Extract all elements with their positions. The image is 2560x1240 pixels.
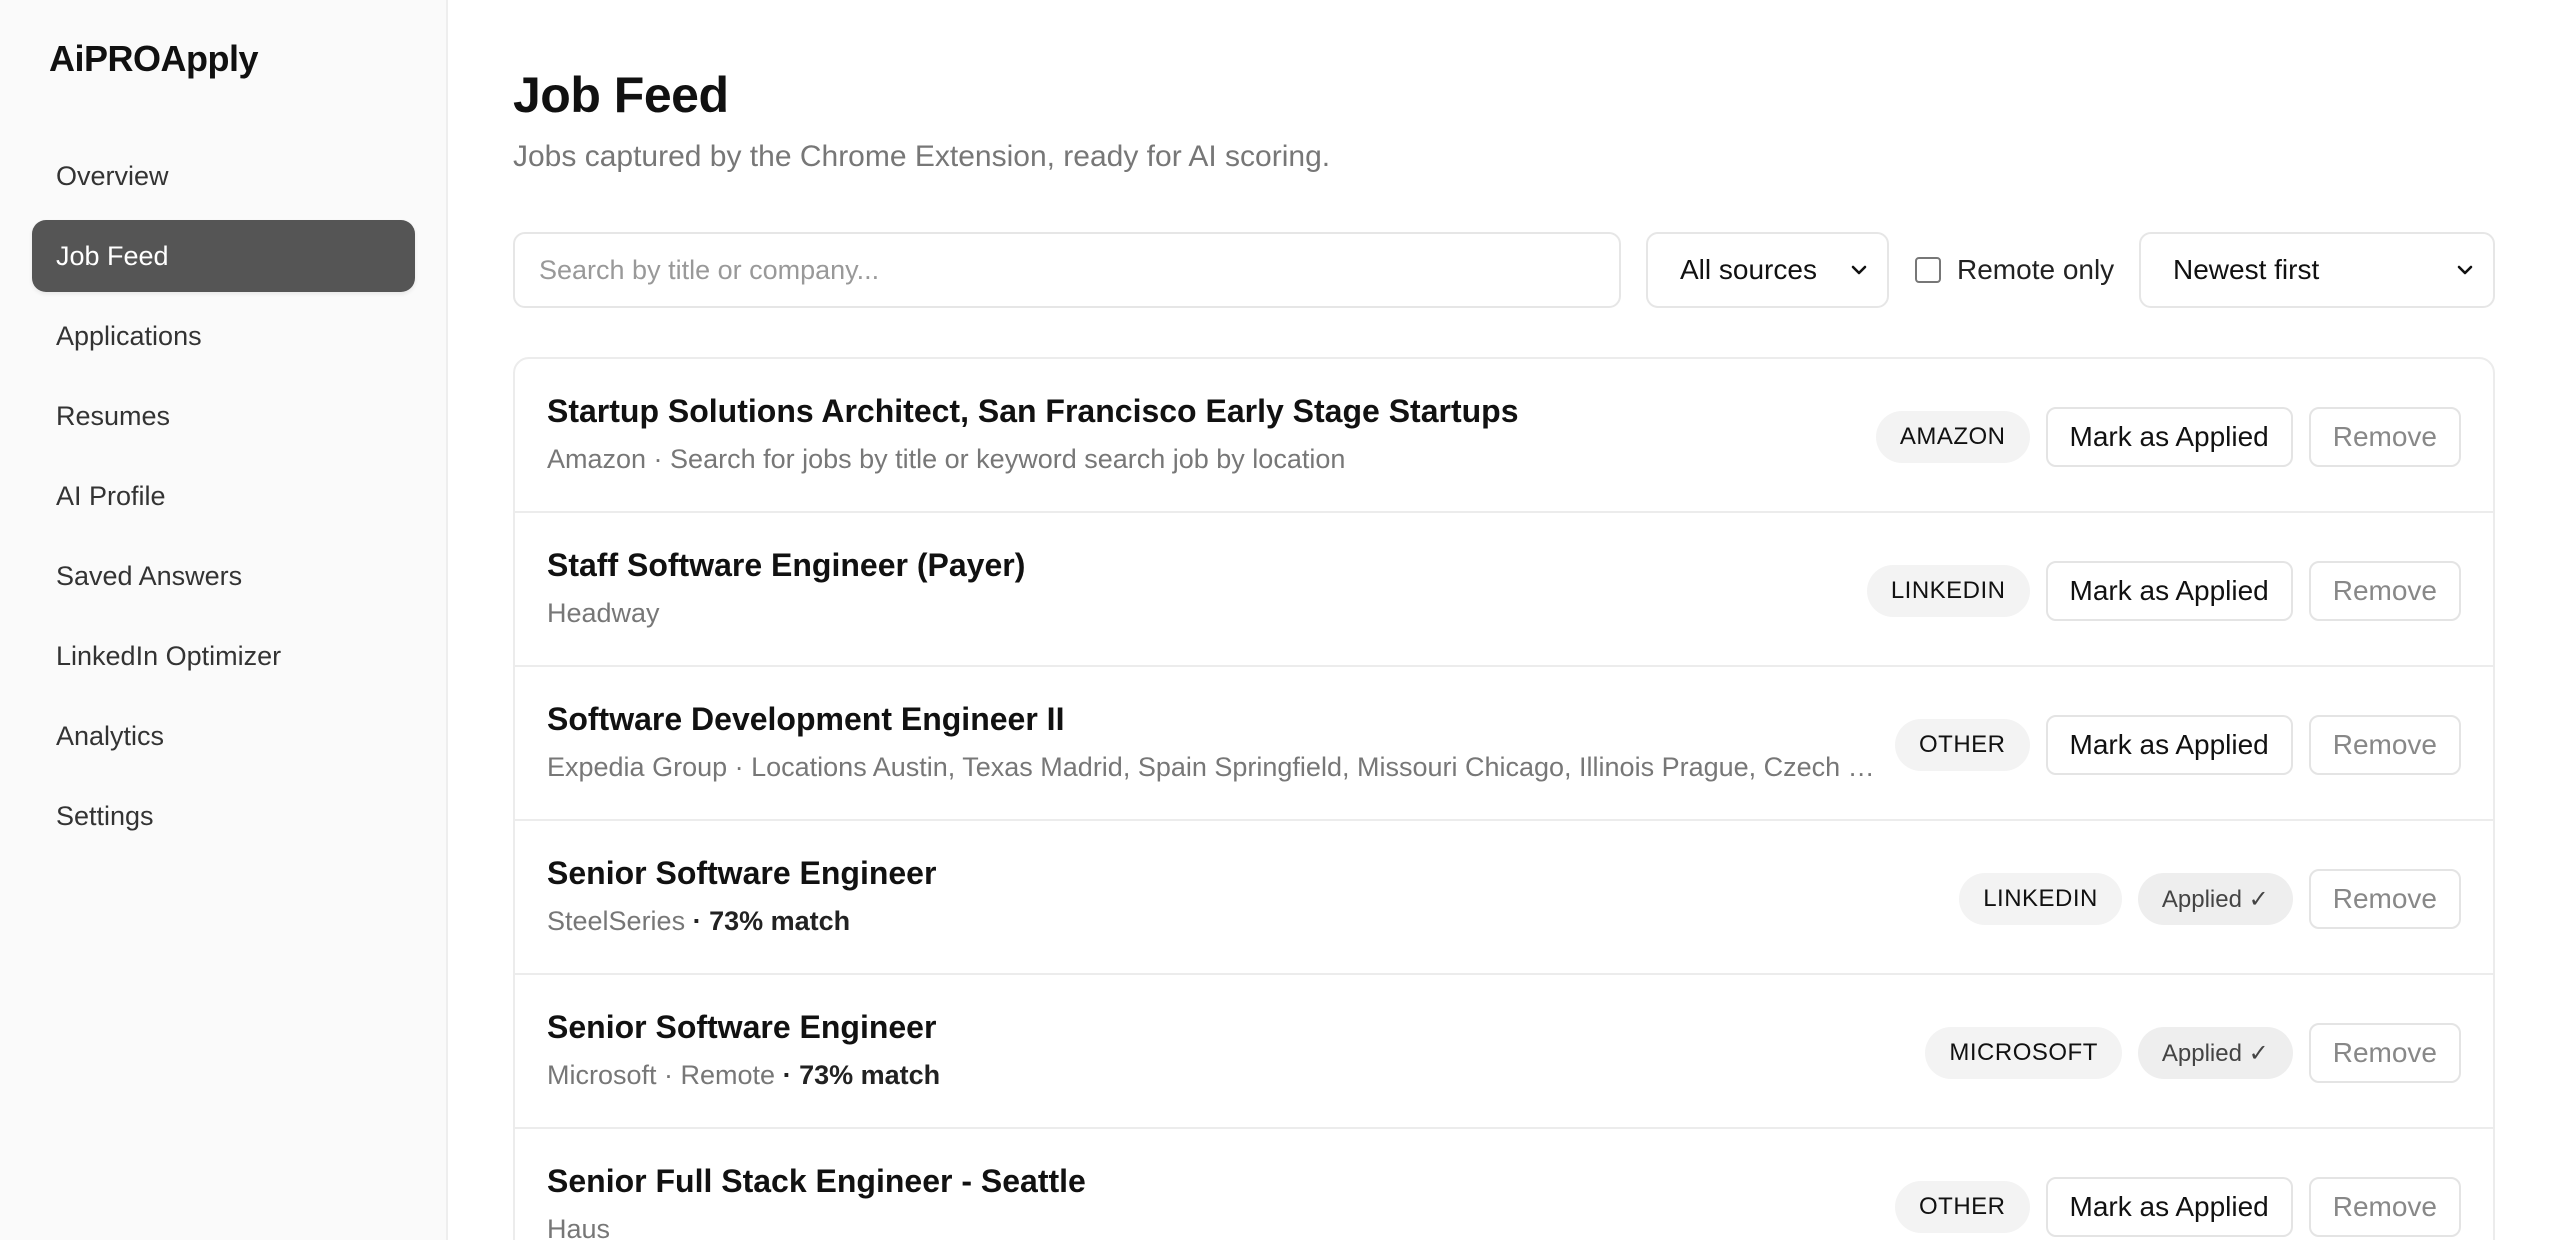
job-title[interactable]: Startup Solutions Architect, San Francis…	[547, 393, 1907, 430]
job-row[interactable]: Senior Software Engineer Microsoft · Remo…	[515, 975, 2493, 1129]
job-meta: Amazon · Search for jobs by title or key…	[547, 444, 1887, 475]
job-title[interactable]: Senior Full Stack Engineer - Seattle	[547, 1163, 1907, 1200]
sidebar-item-label: LinkedIn Optimizer	[56, 640, 282, 671]
mark-as-applied-button[interactable]: Mark as Applied	[2045, 407, 2293, 467]
sort-select[interactable]: Newest first	[2139, 232, 2495, 308]
job-company-location: Amazon · Search for jobs by title or key…	[547, 444, 1346, 474]
source-badge: LINKEDIN	[1959, 873, 2122, 925]
job-meta: Headway	[547, 598, 1887, 629]
remove-button[interactable]: Remove	[2308, 1023, 2461, 1083]
search-input[interactable]	[513, 232, 1621, 308]
job-info: Startup Solutions Architect, San Francis…	[547, 393, 1907, 475]
job-title[interactable]: Software Development Engineer II	[547, 701, 1907, 738]
job-row[interactable]: Staff Software Engineer (Payer) Headway LI…	[515, 513, 2493, 667]
job-row[interactable]: Senior Full Stack Engineer - Seattle Haus…	[515, 1129, 2493, 1240]
app-logo[interactable]: AiPROApply	[49, 38, 259, 80]
mark-as-applied-button[interactable]: Mark as Applied	[2045, 715, 2293, 775]
sidebar-item-label: Resumes	[56, 400, 171, 431]
job-meta: Microsoft · Remote · 73% match	[547, 1060, 1887, 1091]
sidebar-item-ai-profile[interactable]: AI Profile	[32, 460, 415, 532]
job-row[interactable]: Startup Solutions Architect, San Francis…	[515, 359, 2493, 513]
source-badge: OTHER	[1895, 1181, 2030, 1233]
job-meta: Expedia Group · Locations Austin, Texas …	[547, 752, 1887, 783]
sidebar-item-applications[interactable]: Applications	[32, 300, 415, 372]
remote-only-checkbox[interactable]	[1915, 257, 1941, 283]
source-badge: MICROSOFT	[1925, 1027, 2122, 1079]
remove-button[interactable]: Remove	[2308, 1177, 2461, 1237]
job-list: Startup Solutions Architect, San Francis…	[513, 357, 2495, 1240]
mark-as-applied-button[interactable]: Mark as Applied	[2045, 1177, 2293, 1237]
job-title[interactable]: Senior Software Engineer	[547, 1009, 1907, 1046]
sidebar-item-analytics[interactable]: Analytics	[32, 700, 415, 772]
job-actions: AMAZON Mark as Applied Remove	[1875, 407, 2461, 467]
source-select[interactable]: All sources	[1646, 232, 1889, 308]
job-actions: LINKEDIN Applied ✓ Remove	[1959, 869, 2461, 929]
remove-button[interactable]: Remove	[2308, 715, 2461, 775]
job-info: Senior Software Engineer Microsoft · Remo…	[547, 1009, 1907, 1091]
job-match-score: · 73% match	[692, 906, 851, 936]
chevron-down-icon	[2457, 265, 2473, 275]
remove-button[interactable]: Remove	[2308, 561, 2461, 621]
sidebar-item-label: AI Profile	[56, 480, 166, 511]
job-meta: Haus	[547, 1214, 1887, 1240]
job-info: Senior Full Stack Engineer - Seattle Haus	[547, 1163, 1907, 1240]
remote-only-label: Remote only	[1957, 254, 2115, 285]
job-meta: SteelSeries · 73% match	[547, 906, 1887, 937]
sidebar-item-overview[interactable]: Overview	[32, 140, 415, 212]
remove-button[interactable]: Remove	[2308, 407, 2461, 467]
job-actions: MICROSOFT Applied ✓ Remove	[1925, 1023, 2461, 1083]
job-company-location: SteelSeries	[547, 906, 686, 936]
sidebar-item-settings[interactable]: Settings	[32, 780, 415, 852]
sidebar-item-resumes[interactable]: Resumes	[32, 380, 415, 452]
job-actions: OTHER Mark as Applied Remove	[1895, 715, 2461, 775]
sidebar-item-label: Saved Answers	[56, 560, 243, 591]
job-company-location: Microsoft · Remote	[547, 1060, 776, 1090]
sidebar-nav: Overview Job Feed Applications Resumes AI Pr…	[32, 140, 415, 860]
source-select-value: All sources	[1680, 254, 1817, 285]
sidebar-item-label: Settings	[56, 800, 154, 831]
source-badge: OTHER	[1895, 719, 2030, 771]
sidebar-item-label: Job Feed	[56, 240, 169, 271]
page-title: Job Feed	[513, 67, 729, 123]
job-actions: LINKEDIN Mark as Applied Remove	[1866, 561, 2461, 621]
job-info: Software Development Engineer II Expedia …	[547, 701, 1907, 783]
sidebar-item-linkedin-optimizer[interactable]: LinkedIn Optimizer	[32, 620, 415, 692]
mark-as-applied-button[interactable]: Mark as Applied	[2045, 561, 2293, 621]
page-subtitle: Jobs captured by the Chrome Extension, r…	[513, 140, 1331, 173]
chevron-down-icon	[1851, 265, 1867, 275]
job-match-score: · 73% match	[782, 1060, 941, 1090]
applied-status-badge: Applied ✓	[2137, 873, 2293, 925]
job-info: Senior Software Engineer SteelSeries · 73…	[547, 855, 1907, 937]
sidebar: AiPROApply Overview Job Feed Applications R…	[0, 0, 448, 1240]
job-company-location: Expedia Group · Locations Austin, Texas …	[547, 752, 1887, 782]
job-company-location: Haus	[547, 1214, 611, 1240]
job-actions: OTHER Mark as Applied Remove	[1895, 1177, 2461, 1237]
sidebar-item-label: Analytics	[56, 720, 165, 751]
job-row[interactable]: Software Development Engineer II Expedia …	[515, 667, 2493, 821]
applied-status-badge: Applied ✓	[2137, 1027, 2293, 1079]
job-info: Staff Software Engineer (Payer) Headway	[547, 547, 1907, 629]
job-title[interactable]: Senior Software Engineer	[547, 855, 1907, 892]
sort-select-value: Newest first	[2173, 254, 2320, 285]
source-badge: AMAZON	[1875, 411, 2030, 463]
sidebar-item-job-feed[interactable]: Job Feed	[32, 220, 415, 292]
job-row[interactable]: Senior Software Engineer SteelSeries · 73…	[515, 821, 2493, 975]
sidebar-item-saved-answers[interactable]: Saved Answers	[32, 540, 415, 612]
remove-button[interactable]: Remove	[2308, 869, 2461, 929]
filter-bar: All sources Remote only Newest first	[513, 232, 2495, 308]
sidebar-item-label: Applications	[56, 320, 202, 351]
remote-only-toggle[interactable]: Remote only	[1915, 232, 2114, 308]
source-badge: LINKEDIN	[1866, 565, 2030, 617]
job-company-location: Headway	[547, 598, 660, 628]
job-title[interactable]: Staff Software Engineer (Payer)	[547, 547, 1907, 584]
sidebar-item-label: Overview	[56, 160, 169, 191]
